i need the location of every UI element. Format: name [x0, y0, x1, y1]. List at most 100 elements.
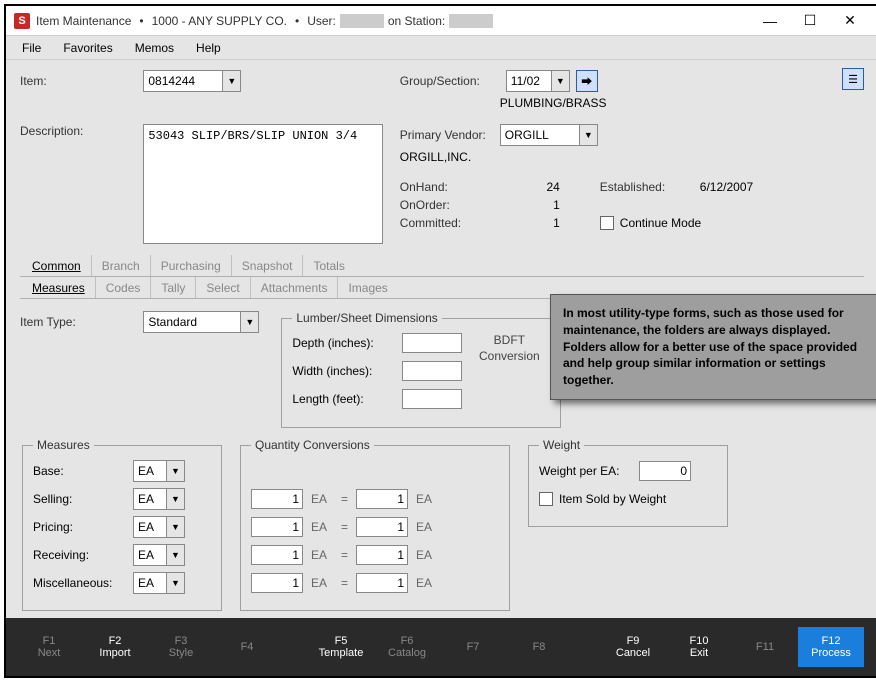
description-textarea[interactable]: 53043 SLIP/BRS/SLIP UNION 3/4 [143, 124, 383, 244]
menu-favorites[interactable]: Favorites [53, 38, 122, 58]
tab-attachments[interactable]: Attachments [251, 277, 339, 298]
fkey-f10[interactable]: F10Exit [666, 627, 732, 667]
qty-right-input[interactable] [356, 517, 408, 537]
list-view-button[interactable]: ☰ [842, 68, 864, 90]
menu-file[interactable]: File [12, 38, 51, 58]
fkey-f3[interactable]: F3Style [148, 627, 214, 667]
equals-label: = [341, 548, 348, 562]
depth-label: Depth (inches): [292, 336, 392, 350]
qty-row: EA=EA [251, 488, 499, 510]
fkey-f9[interactable]: F9Cancel [600, 627, 666, 667]
qty-left-input[interactable] [251, 517, 303, 537]
measure-combo[interactable]: ▼ [133, 544, 185, 566]
qty-left-input[interactable] [251, 489, 303, 509]
fkey-f8[interactable]: F8 [506, 633, 572, 661]
measure-row: Miscellaneous:▼ [33, 572, 211, 594]
title-user-redacted [340, 14, 384, 28]
measure-label: Receiving: [33, 548, 133, 562]
group-combo[interactable]: ▼ [506, 70, 570, 92]
onhand-label: OnHand: [400, 180, 520, 194]
tab-images[interactable]: Images [338, 277, 397, 298]
fkey-code: F7 [440, 641, 506, 653]
measure-input[interactable] [134, 545, 166, 565]
tab-tally[interactable]: Tally [151, 277, 196, 298]
qty-right-input[interactable] [356, 573, 408, 593]
tab-totals[interactable]: Totals [303, 255, 354, 276]
chevron-down-icon[interactable]: ▼ [166, 489, 184, 509]
item-input[interactable] [144, 71, 222, 91]
chevron-down-icon[interactable]: ▼ [579, 125, 597, 145]
tab-purchasing[interactable]: Purchasing [151, 255, 232, 276]
fkey-code: F9 [600, 635, 666, 647]
chevron-down-icon[interactable]: ▼ [166, 461, 184, 481]
menubar: FileFavoritesMemosHelp [6, 36, 876, 60]
minimize-button[interactable]: — [750, 7, 790, 35]
measure-input[interactable] [134, 461, 166, 481]
width-input[interactable] [402, 361, 462, 381]
menu-memos[interactable]: Memos [125, 38, 184, 58]
qty-right-input[interactable] [356, 545, 408, 565]
chevron-down-icon[interactable]: ▼ [166, 573, 184, 593]
qty-left-unit: EA [311, 520, 333, 534]
chevron-down-icon[interactable]: ▼ [166, 545, 184, 565]
measure-combo[interactable]: ▼ [133, 488, 185, 510]
tab-measures[interactable]: Measures [22, 277, 96, 298]
fkey-f6[interactable]: F6Catalog [374, 627, 440, 667]
measure-input[interactable] [134, 517, 166, 537]
itemtype-input[interactable] [144, 312, 240, 332]
group-lookup-button[interactable]: ⮕ [576, 70, 598, 92]
fkey-f2[interactable]: F2Import [82, 627, 148, 667]
measure-combo[interactable]: ▼ [133, 460, 185, 482]
fkey-code: F4 [214, 641, 280, 653]
chevron-down-icon[interactable]: ▼ [240, 312, 258, 332]
qty-fieldset: Quantity Conversions EA=EAEA=EAEA=EAEA=E… [240, 438, 510, 611]
fkey-code: F5 [308, 635, 374, 647]
weight-input[interactable] [639, 461, 691, 481]
tab-codes[interactable]: Codes [96, 277, 152, 298]
fkey-code: F2 [82, 635, 148, 647]
fkey-label: Catalog [374, 647, 440, 659]
fkey-f11[interactable]: F11 [732, 633, 798, 661]
measure-input[interactable] [134, 573, 166, 593]
tab-select[interactable]: Select [196, 277, 250, 298]
title-station-prefix: on Station: [388, 14, 445, 28]
measure-input[interactable] [134, 489, 166, 509]
vendor-combo[interactable]: ▼ [500, 124, 598, 146]
fkey-f5[interactable]: F5Template [308, 627, 374, 667]
chevron-down-icon[interactable]: ▼ [222, 71, 240, 91]
chevron-down-icon[interactable]: ▼ [166, 517, 184, 537]
qty-left-input[interactable] [251, 573, 303, 593]
depth-input[interactable] [402, 333, 462, 353]
qty-right-unit: EA [416, 492, 432, 506]
fkey-code: F11 [732, 641, 798, 653]
qty-right-input[interactable] [356, 489, 408, 509]
maximize-button[interactable]: ☐ [790, 7, 830, 35]
tab-common[interactable]: Common [22, 255, 92, 276]
continue-mode-checkbox[interactable] [600, 216, 614, 230]
fkey-f1[interactable]: F1Next [16, 627, 82, 667]
menu-help[interactable]: Help [186, 38, 231, 58]
length-input[interactable] [402, 389, 462, 409]
qty-left-input[interactable] [251, 545, 303, 565]
fkey-code: F12 [798, 635, 864, 647]
measure-combo[interactable]: ▼ [133, 516, 185, 538]
measure-combo[interactable]: ▼ [133, 572, 185, 594]
chevron-down-icon[interactable]: ▼ [551, 71, 569, 91]
committed-label: Committed: [400, 216, 520, 230]
item-combo[interactable]: ▼ [143, 70, 241, 92]
tab-branch[interactable]: Branch [92, 255, 151, 276]
fkey-f12[interactable]: F12Process [798, 627, 864, 667]
fkey-code: F1 [16, 635, 82, 647]
vendor-input[interactable] [501, 125, 579, 145]
itemtype-combo[interactable]: ▼ [143, 311, 259, 333]
lumber-fieldset: Lumber/Sheet Dimensions Depth (inches): … [281, 311, 561, 428]
sold-by-weight-checkbox[interactable] [539, 492, 553, 506]
fkey-label: Template [308, 647, 374, 659]
fkey-label: Next [16, 647, 82, 659]
close-button[interactable]: ✕ [830, 7, 870, 35]
tab-snapshot[interactable]: Snapshot [232, 255, 304, 276]
fkey-f7[interactable]: F7 [440, 633, 506, 661]
group-input[interactable] [507, 71, 551, 91]
measures-legend: Measures [33, 438, 94, 452]
fkey-f4[interactable]: F4 [214, 633, 280, 661]
